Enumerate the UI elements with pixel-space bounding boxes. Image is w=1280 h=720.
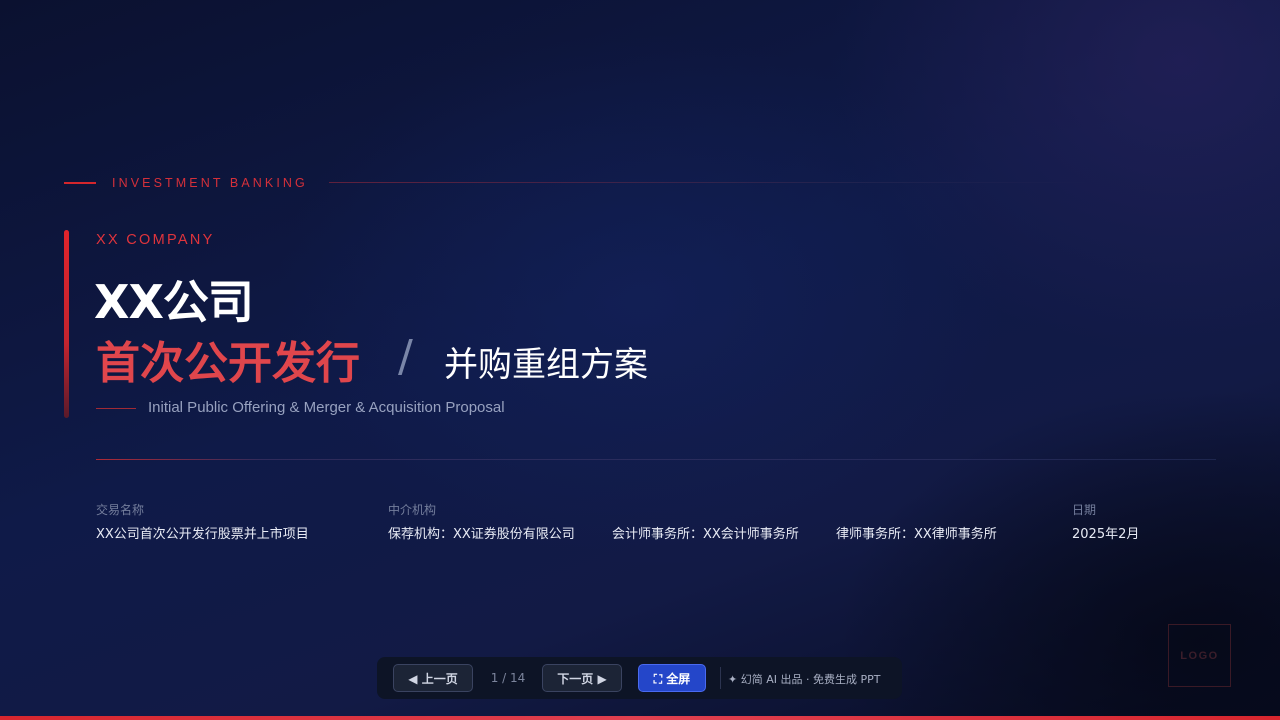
company-english-name: XX COMPANY bbox=[96, 232, 215, 248]
english-subtitle-row: Initial Public Offering & Merger & Acqui… bbox=[96, 399, 696, 419]
intermediary-label: 中介机构 bbox=[388, 503, 437, 517]
accountant-value: 会计师事务所：XX会计师事务所 bbox=[612, 527, 799, 542]
company-chinese-name: XX公司 bbox=[94, 275, 254, 329]
deal-name-label: 交易名称 bbox=[96, 503, 145, 517]
slide-navigation-bar: ◀ 上一页 1 / 14 下一页 ▶ ⛶ 全屏 ✦ 幻简 AI 出品 · 免费生… bbox=[377, 657, 902, 699]
deal-name-value: XX公司首次公开发行股票并上市项目 bbox=[96, 527, 309, 542]
nav-separator bbox=[720, 667, 721, 689]
subtitle-separator: / bbox=[398, 331, 413, 382]
title-accent-bar bbox=[64, 230, 69, 418]
section-divider bbox=[96, 459, 1216, 460]
category-rule bbox=[329, 182, 1089, 183]
date-value: 2025年2月 bbox=[1072, 527, 1140, 542]
previous-page-button[interactable]: ◀ 上一页 bbox=[393, 664, 473, 692]
logo-text: LOGO bbox=[1180, 649, 1219, 662]
logo-placeholder: LOGO bbox=[1168, 624, 1231, 687]
bottom-accent-bar bbox=[0, 716, 1280, 720]
sponsor-value: 保荐机构：XX证券股份有限公司 bbox=[388, 527, 575, 542]
english-subtitle-dash bbox=[96, 408, 136, 409]
english-subtitle: Initial Public Offering & Merger & Acqui… bbox=[148, 399, 505, 416]
subtitle-ma: 并购重组方案 bbox=[444, 345, 648, 385]
category-label: INVESTMENT BANKING bbox=[112, 176, 308, 190]
fullscreen-button[interactable]: ⛶ 全屏 bbox=[638, 664, 706, 692]
category-row: INVESTMENT BANKING bbox=[64, 176, 1216, 190]
subtitle-row: 首次公开发行 / 并购重组方案 bbox=[96, 327, 796, 389]
date-label: 日期 bbox=[1072, 503, 1097, 517]
subtitle-ipo: 首次公开发行 bbox=[96, 338, 360, 389]
page-indicator: 1 / 14 bbox=[490, 671, 526, 685]
generator-credit-link[interactable]: ✦ 幻简 AI 出品 · 免费生成 PPT bbox=[728, 671, 880, 687]
law-firm-value: 律师事务所：XX律师事务所 bbox=[836, 527, 997, 542]
next-page-button[interactable]: 下一页 ▶ bbox=[542, 664, 622, 692]
title-slide: INVESTMENT BANKING XX COMPANY XX公司 首次公开发… bbox=[0, 0, 1280, 720]
category-dash bbox=[64, 182, 96, 184]
